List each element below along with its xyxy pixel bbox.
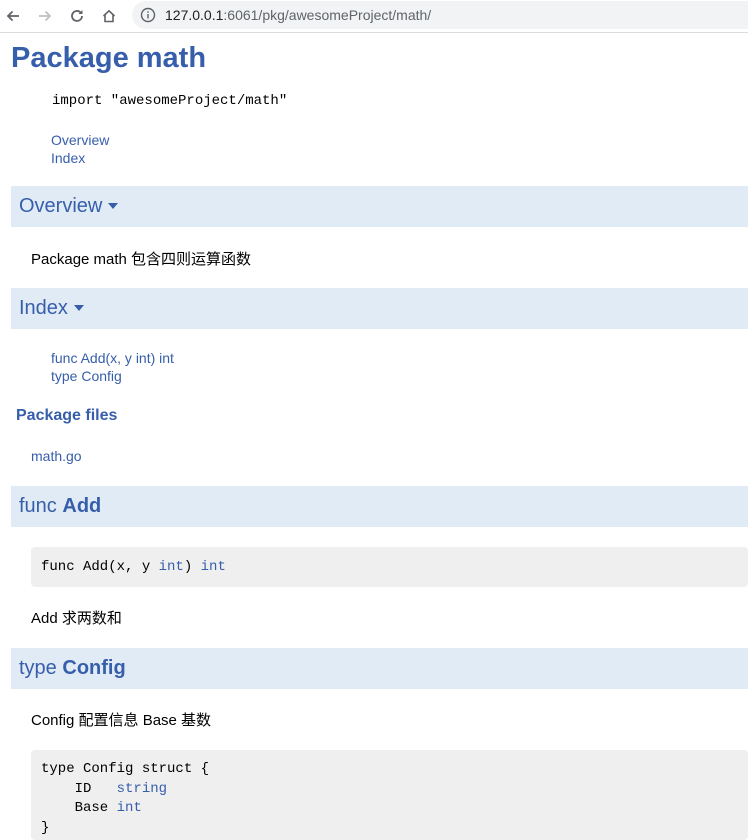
- info-icon[interactable]: [140, 7, 156, 23]
- overview-text: Package math 包含四则运算函数: [31, 251, 252, 268]
- func-add-heading: func Add: [19, 494, 101, 518]
- reload-button[interactable]: [65, 4, 89, 28]
- func-add-doc: Add 求两数和: [31, 610, 122, 627]
- func-add-name-link[interactable]: Add: [62, 495, 101, 517]
- page-title: Package math: [11, 42, 207, 74]
- arrow-left-icon: [6, 10, 19, 22]
- url-host: 127.0.0.1: [165, 7, 224, 23]
- overview-section-header[interactable]: Overview: [11, 186, 748, 227]
- home-button[interactable]: [97, 4, 121, 28]
- type-config-name-link[interactable]: Config: [62, 657, 125, 679]
- func-add-section-header: func Add: [11, 486, 748, 527]
- file-link-math-go[interactable]: math.go: [31, 448, 82, 464]
- index-heading[interactable]: Index: [19, 296, 84, 320]
- forward-button[interactable]: [33, 4, 57, 28]
- caret-down-icon: [73, 304, 84, 311]
- reload-icon: [71, 10, 83, 22]
- field-name-base: Base: [41, 800, 117, 816]
- import-statement: import "awesomeProject/math": [52, 93, 288, 109]
- index-link-type-config[interactable]: type Config: [51, 367, 122, 385]
- address-bar[interactable]: 127.0.0.1:6061/pkg/awesomeProject/math/: [132, 1, 748, 29]
- overview-heading-label: Overview: [19, 195, 103, 217]
- func-add-signature: func Add(x, y int) int: [31, 547, 748, 587]
- caret-down-icon: [108, 202, 119, 209]
- field-name-id: ID: [41, 780, 117, 797]
- index-link-func-add[interactable]: func Add(x, y int) int: [51, 349, 174, 367]
- code-line: type Config struct {: [41, 761, 210, 777]
- type-link-int[interactable]: int: [201, 559, 226, 575]
- home-icon: [102, 9, 116, 23]
- type-link-int[interactable]: int: [159, 559, 184, 575]
- toc-link-overview[interactable]: Overview: [51, 131, 109, 149]
- type-config-doc: Config 配置信息 Base 基数: [31, 712, 212, 729]
- back-button[interactable]: [1, 4, 25, 28]
- overview-heading[interactable]: Overview: [19, 194, 119, 218]
- type-config-heading: type Config: [19, 656, 126, 680]
- type-config-section-header: type Config: [11, 648, 748, 689]
- index-heading-label: Index: [19, 297, 68, 319]
- sig-text: func Add(x, y: [41, 559, 159, 575]
- url-text[interactable]: 127.0.0.1:6061/pkg/awesomeProject/math/: [165, 7, 431, 23]
- url-path: :6061/pkg/awesomeProject/math/: [223, 7, 432, 23]
- package-files-heading: Package files: [16, 407, 118, 424]
- type-config-code-block: type Config struct { ID string Base int …: [31, 750, 748, 840]
- arrow-right-icon: [39, 10, 52, 22]
- browser-toolbar: 127.0.0.1:6061/pkg/awesomeProject/math/: [0, 0, 748, 33]
- toc-link-index[interactable]: Index: [51, 149, 85, 167]
- type-link-int[interactable]: int: [117, 800, 142, 816]
- index-section-header[interactable]: Index: [11, 288, 748, 329]
- type-keyword: type: [19, 657, 57, 679]
- type-link-string[interactable]: string: [117, 781, 167, 797]
- sig-text: ): [183, 559, 201, 575]
- func-keyword: func: [19, 495, 57, 517]
